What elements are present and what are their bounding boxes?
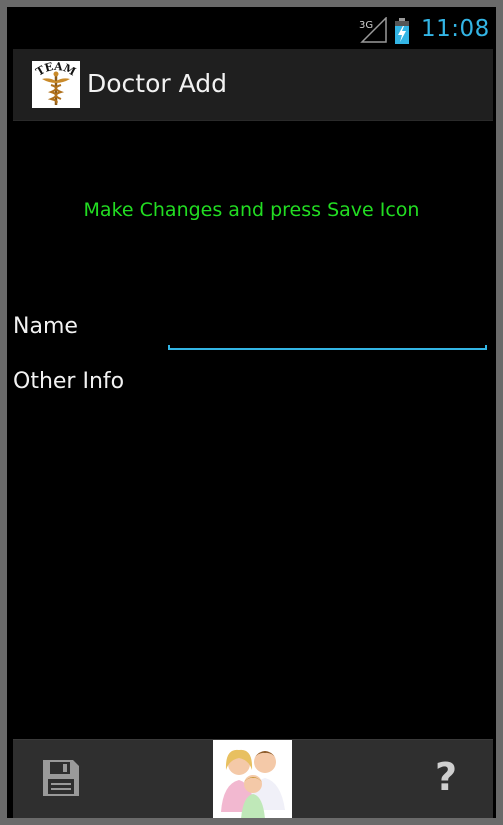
battery-charging-icon [395, 18, 409, 44]
device-frame: 3G 11:08 TEAM Doctor Add Make Changes an… [0, 0, 503, 825]
family-image[interactable] [213, 740, 292, 818]
action-bar: TEAM Doctor Add [13, 49, 493, 121]
help-button[interactable]: ? [431, 754, 461, 800]
save-icon [43, 760, 79, 796]
clock: 11:08 [421, 16, 490, 42]
page-title: Doctor Add [87, 69, 228, 98]
name-input-underline [168, 345, 487, 350]
instruction-text: Make Changes and press Save Icon [83, 199, 420, 221]
bottom-action-bar: ? [13, 739, 493, 818]
team-caduceus-logo[interactable]: TEAM [32, 60, 80, 108]
status-bar: 3G 11:08 [7, 7, 496, 49]
name-label: Name [13, 314, 78, 339]
screen: 3G 11:08 TEAM Doctor Add Make Changes an… [7, 7, 496, 818]
network-type-label: 3G [359, 20, 373, 31]
other-info-label: Other Info [13, 369, 125, 394]
save-button[interactable] [41, 758, 81, 798]
signal-icon: 3G [359, 17, 387, 43]
